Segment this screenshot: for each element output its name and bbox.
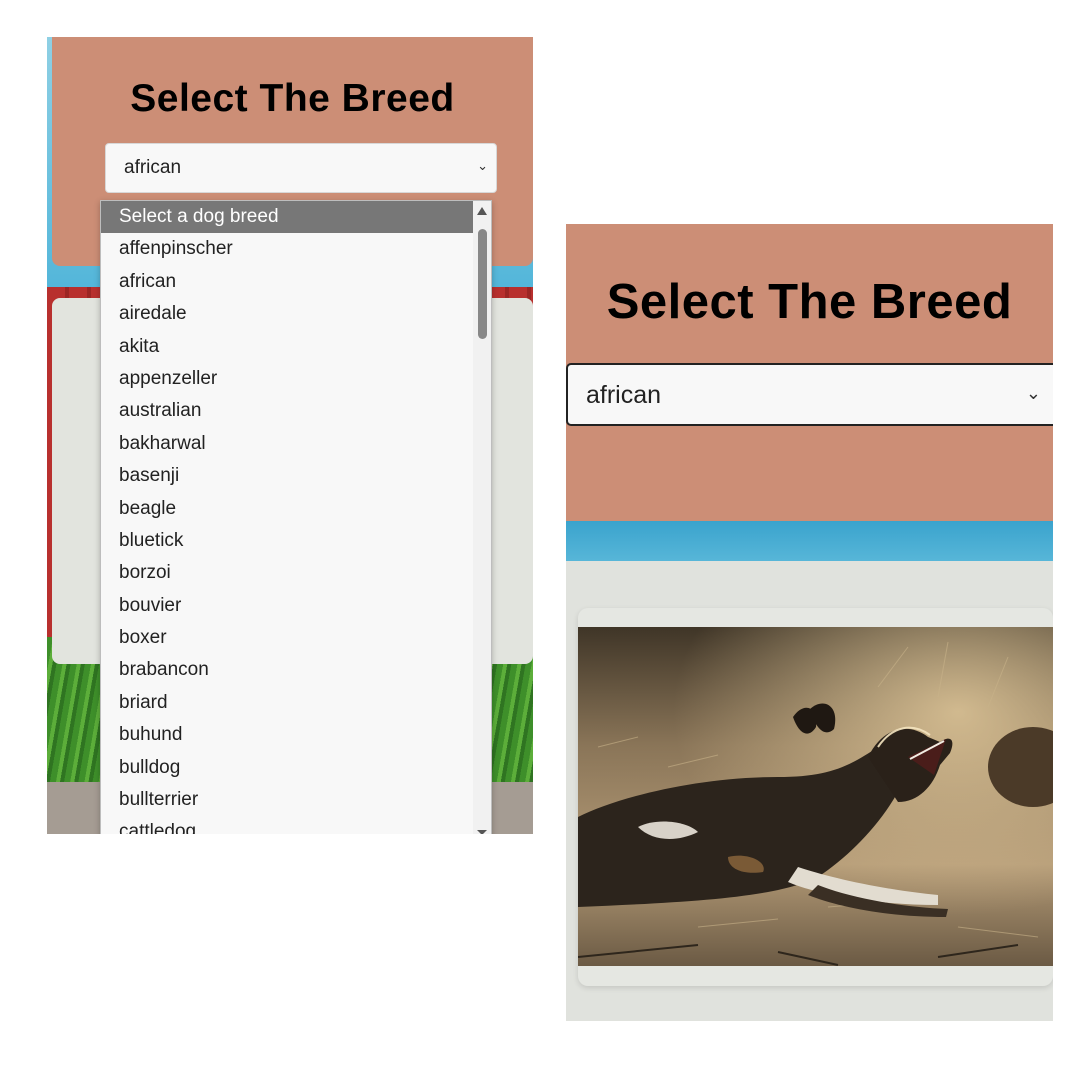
breed-select-value: african [124,157,182,178]
dropdown-option[interactable]: appenzeller [101,363,473,395]
breed-select[interactable]: african ⌄ [566,363,1053,426]
breed-select[interactable]: african ⌄ [105,143,497,193]
dropdown-option[interactable]: Select a dog breed [101,201,473,234]
dropdown-option[interactable]: cattledog [101,816,473,834]
dropdown-option[interactable]: affenpinscher [101,233,473,265]
chevron-down-icon: ⌄ [477,158,488,173]
page-title: Select The Breed [606,275,1013,329]
scroll-up-arrow-icon[interactable] [477,207,487,215]
dropdown-option[interactable]: bulldog [101,752,473,784]
dropdown-option[interactable]: brabancon [101,654,473,686]
dropdown-option[interactable]: bouvier [101,590,473,622]
dropdown-option[interactable]: african [101,266,473,298]
dropdown-option[interactable]: briard [101,687,473,719]
page-title: Select The Breed [130,77,455,120]
dropdown-option[interactable]: borzoi [101,557,473,589]
dropdown-scrollbar[interactable] [473,201,491,834]
dog-photo [578,627,1053,966]
dropdown-option[interactable]: australian [101,395,473,427]
dropdown-option[interactable]: boxer [101,622,473,654]
breed-select-value: african [586,381,662,409]
dropdown-option[interactable]: bakharwal [101,428,473,460]
dropdown-option[interactable]: basenji [101,460,473,492]
background-strip [566,521,1053,561]
scroll-down-arrow-icon[interactable] [477,830,487,834]
dropdown-option[interactable]: bluetick [101,525,473,557]
dropdown-option[interactable]: beagle [101,493,473,525]
scroll-thumb[interactable] [478,229,487,339]
left-screenshot: Select The Breed african ⌄ Select a dog … [47,37,533,834]
dropdown-option[interactable]: akita [101,331,473,363]
dropdown-option[interactable]: bullterrier [101,784,473,816]
right-screenshot: Select The Breed african ⌄ [566,224,1053,1021]
dropdown-option[interactable]: airedale [101,298,473,330]
breed-dropdown-list[interactable]: Select a dog breed affenpinscher african ai… [100,200,492,834]
dropdown-option[interactable]: buhund [101,719,473,751]
image-card [578,608,1053,986]
chevron-down-icon: ⌄ [1025,383,1041,403]
dropdown-options: Select a dog breed affenpinscher african ai… [101,201,473,834]
